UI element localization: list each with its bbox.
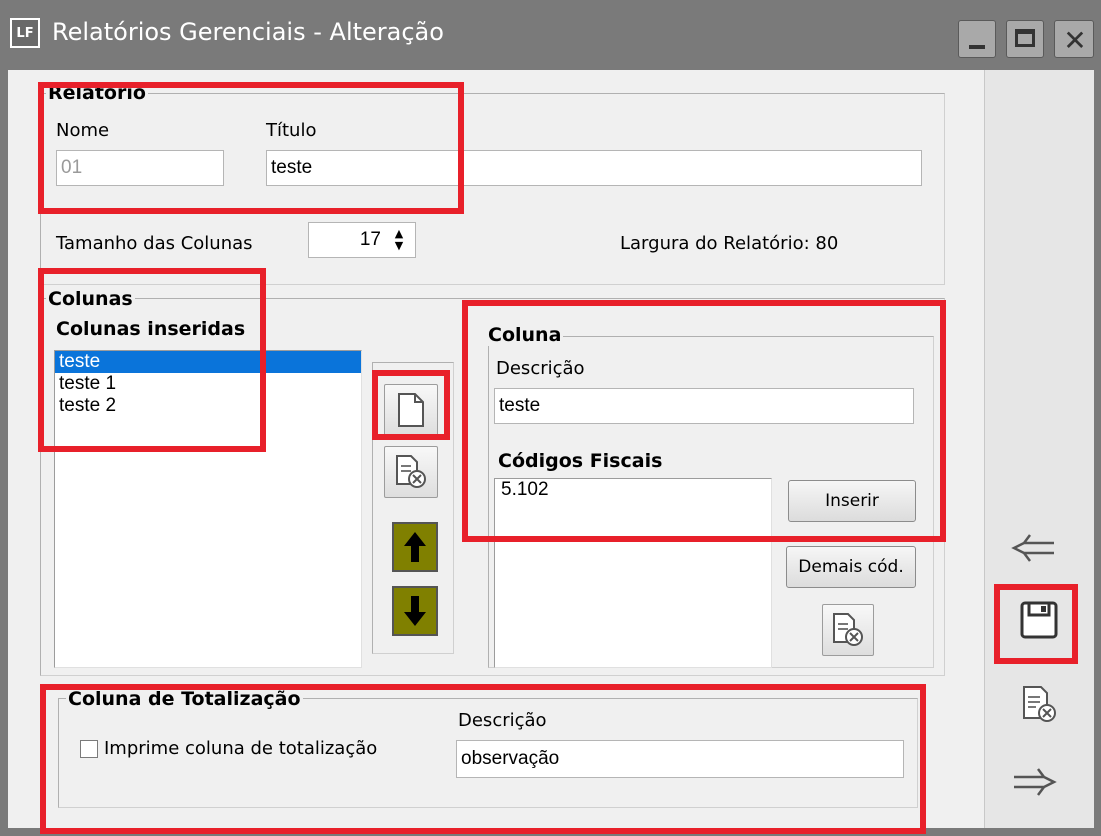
maximize-button[interactable] — [1006, 20, 1044, 58]
close-button[interactable]: ✕ — [1054, 20, 1094, 58]
highlight-relatorio — [38, 82, 464, 214]
tamanho-value: 17 — [359, 229, 381, 250]
minimize-icon — [969, 45, 985, 49]
previous-button[interactable] — [1004, 522, 1064, 574]
close-icon: ✕ — [1063, 23, 1087, 57]
move-up-button[interactable] — [392, 522, 438, 572]
tamanho-label: Tamanho das Colunas — [56, 233, 253, 254]
highlight-totalizacao — [40, 684, 926, 834]
next-button[interactable] — [1004, 756, 1064, 808]
delete-column-button[interactable] — [384, 446, 438, 498]
move-down-button[interactable] — [392, 586, 438, 636]
window: LF Relatórios Gerenciais - Alteração ✕ R… — [0, 0, 1101, 836]
minimize-button[interactable] — [958, 20, 996, 58]
maximize-icon — [1015, 29, 1035, 47]
arrow-up-icon — [404, 532, 426, 562]
demais-codigos-button[interactable]: Demais cód. — [786, 546, 916, 588]
app-icon: LF — [10, 18, 40, 48]
delete-document-icon — [833, 613, 863, 646]
spin-down-icon[interactable]: ▼ — [395, 240, 403, 252]
spinner-arrows[interactable]: ▲ ▼ — [386, 226, 412, 254]
largura-text: Largura do Relatório: 80 — [620, 233, 839, 254]
back-arrow-icon — [1011, 534, 1054, 562]
highlight-colunas — [38, 268, 266, 452]
cancel-button[interactable] — [1012, 678, 1066, 730]
title-bar[interactable]: LF Relatórios Gerenciais - Alteração ✕ — [0, 0, 1101, 70]
forward-arrow-icon — [1014, 768, 1057, 796]
delete-codigo-button[interactable] — [822, 604, 874, 656]
highlight-save-button — [994, 584, 1078, 664]
window-title: Relatórios Gerenciais - Alteração — [52, 18, 444, 46]
highlight-new-button — [372, 370, 450, 440]
delete-document-icon — [396, 455, 426, 488]
highlight-coluna — [462, 300, 946, 542]
arrow-down-icon — [404, 596, 426, 626]
cancel-document-icon — [1023, 686, 1056, 722]
